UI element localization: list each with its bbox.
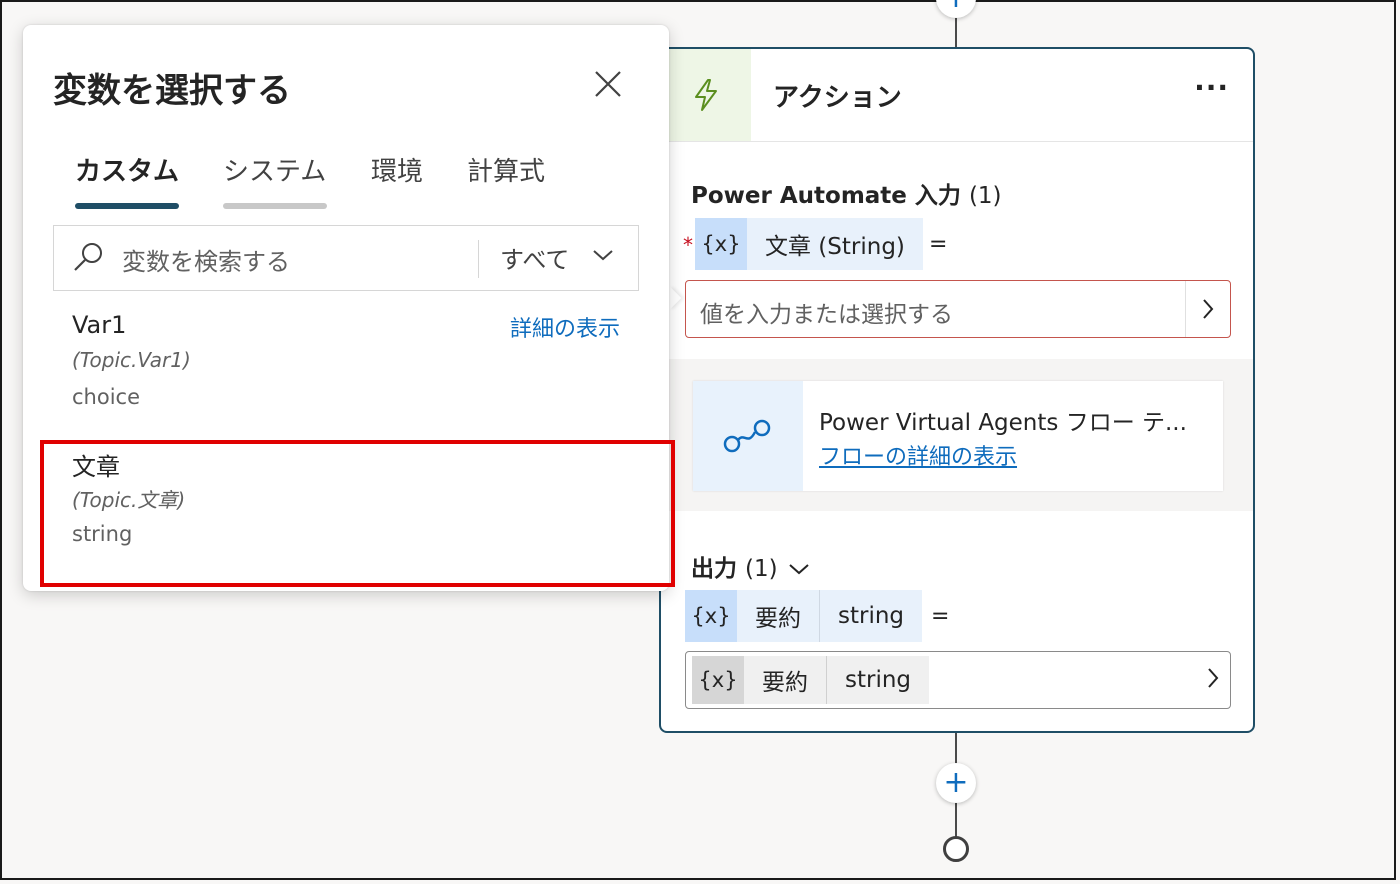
output-value-name: 要約 bbox=[762, 670, 808, 696]
input-equals: = bbox=[929, 232, 948, 257]
action-card-header: アクション ··· bbox=[661, 49, 1253, 142]
input-section-title: Power Automate 入力 (1) bbox=[691, 176, 1002, 210]
tab-system[interactable]: システム bbox=[223, 151, 326, 188]
chevron-down-icon[interactable] bbox=[592, 248, 614, 262]
variable-search-box[interactable]: 変数を検索する すべて bbox=[53, 225, 639, 291]
plus-icon: + bbox=[943, 765, 969, 800]
output-param-type: string bbox=[819, 590, 922, 642]
filter-dropdown[interactable]: すべて bbox=[500, 240, 569, 275]
output-value-type: string bbox=[826, 656, 929, 704]
flow-section: Power Virtual Agents フロー テ... フローの詳細の表示 bbox=[661, 359, 1253, 511]
chevron-down-icon bbox=[788, 564, 809, 575]
variable-details-link[interactable]: 詳細の表示 bbox=[510, 311, 620, 343]
search-icon bbox=[74, 243, 102, 271]
required-mark: * bbox=[683, 233, 693, 257]
more-options-icon[interactable]: ··· bbox=[1194, 71, 1229, 104]
output-param-pill: {x} 要約 string bbox=[685, 590, 923, 642]
highlight-box bbox=[40, 440, 675, 587]
output-value-pill: {x} 要約 string bbox=[692, 656, 930, 704]
tab-formula[interactable]: 計算式 bbox=[467, 151, 545, 188]
add-node-button[interactable]: + bbox=[936, 763, 976, 803]
search-divider bbox=[478, 240, 479, 278]
flyout-title: 変数を選択する bbox=[53, 71, 291, 111]
variable-name: Var1 bbox=[72, 311, 127, 339]
variable-icon: {x} bbox=[695, 218, 747, 270]
action-card-title: アクション bbox=[773, 83, 902, 113]
output-section-title[interactable]: 出力 (1) bbox=[691, 549, 810, 583]
input-param-pill: {x} 文章 (String) bbox=[695, 218, 923, 270]
variable-icon: {x} bbox=[685, 590, 737, 642]
variable-icon: {x} bbox=[692, 656, 744, 704]
search-input[interactable]: 変数を検索する bbox=[122, 242, 290, 277]
tab-custom[interactable]: カスタム bbox=[75, 151, 179, 188]
output-param-name: 要約 bbox=[755, 606, 801, 632]
action-card[interactable]: アクション ··· Power Automate 入力 (1) * {x} 文章… bbox=[659, 47, 1255, 733]
action-icon-box bbox=[661, 49, 751, 141]
input-section-label: Power Automate 入力 bbox=[691, 183, 961, 209]
tab-environment[interactable]: 環境 bbox=[371, 151, 423, 188]
variable-type: choice bbox=[72, 385, 141, 409]
flow-icon bbox=[723, 419, 771, 453]
end-node bbox=[943, 836, 969, 862]
chevron-right-icon[interactable] bbox=[1185, 281, 1230, 337]
tab-custom-underline bbox=[75, 203, 179, 209]
flow-card[interactable]: Power Virtual Agents フロー テ... フローの詳細の表示 bbox=[693, 381, 1223, 491]
output-equals: = bbox=[931, 604, 950, 629]
output-section-label: 出力 bbox=[691, 556, 737, 582]
variable-scope: (Topic.Var1) bbox=[72, 348, 191, 372]
lightning-icon bbox=[695, 79, 717, 111]
flow-name: Power Virtual Agents フロー テ... bbox=[819, 410, 1187, 436]
value-input-placeholder: 値を入力または選択する bbox=[700, 302, 953, 328]
output-value-input[interactable]: {x} 要約 string bbox=[685, 651, 1231, 709]
flow-icon-box bbox=[693, 381, 803, 491]
flow-details-link[interactable]: フローの詳細の表示 bbox=[819, 439, 1017, 471]
chevron-right-icon[interactable] bbox=[1206, 666, 1220, 694]
output-section-count: (1) bbox=[745, 556, 778, 582]
input-section-count: (1) bbox=[968, 183, 1002, 209]
close-icon[interactable] bbox=[593, 69, 623, 99]
value-input[interactable]: 値を入力または選択する bbox=[685, 280, 1231, 338]
input-param-label: 文章 (String) bbox=[765, 234, 905, 260]
tab-system-underline bbox=[223, 203, 327, 209]
